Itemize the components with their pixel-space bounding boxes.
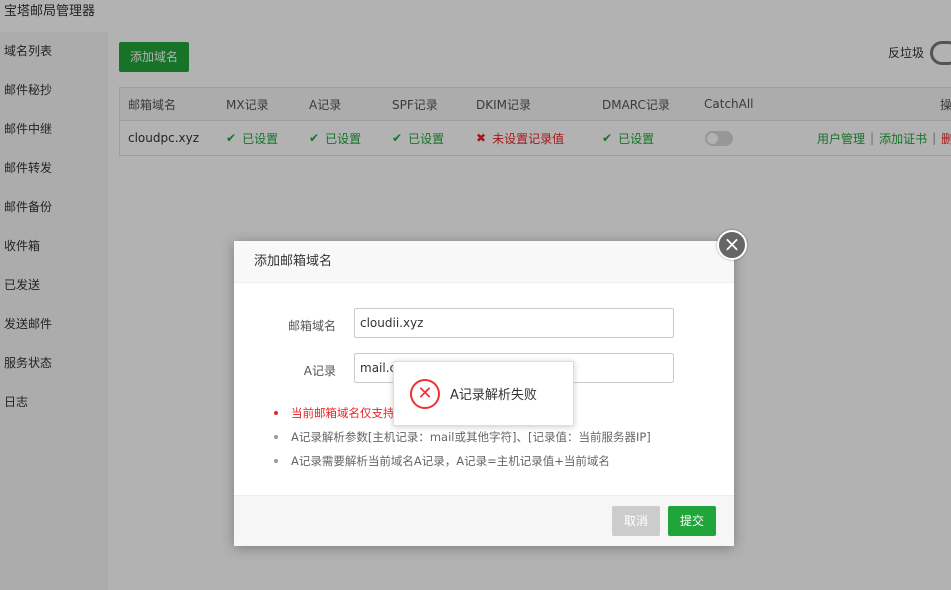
cancel-button[interactable]: 取消 — [612, 506, 660, 536]
domain-field[interactable] — [354, 308, 674, 338]
tip-item: A记录需要解析当前域名A记录，A记录=主机记录值+当前域名 — [274, 449, 714, 473]
toast-message: A记录解析失败 — [450, 388, 537, 403]
domain-field-label: 邮箱域名 — [287, 319, 336, 333]
dialog-footer: 取消 提交 — [234, 495, 734, 546]
tip-item: A记录解析参数[主机记录：mail或其他字符]、[记录值：当前服务器IP] — [274, 425, 714, 449]
submit-button[interactable]: 提交 — [668, 506, 716, 536]
error-icon: ✕ — [410, 378, 440, 409]
a-record-field-label: A记录 — [303, 364, 336, 378]
error-toast: ✕ A记录解析失败 — [393, 361, 574, 426]
close-icon[interactable]: × — [717, 230, 747, 260]
dialog-title: 添加邮箱域名 — [234, 241, 734, 283]
